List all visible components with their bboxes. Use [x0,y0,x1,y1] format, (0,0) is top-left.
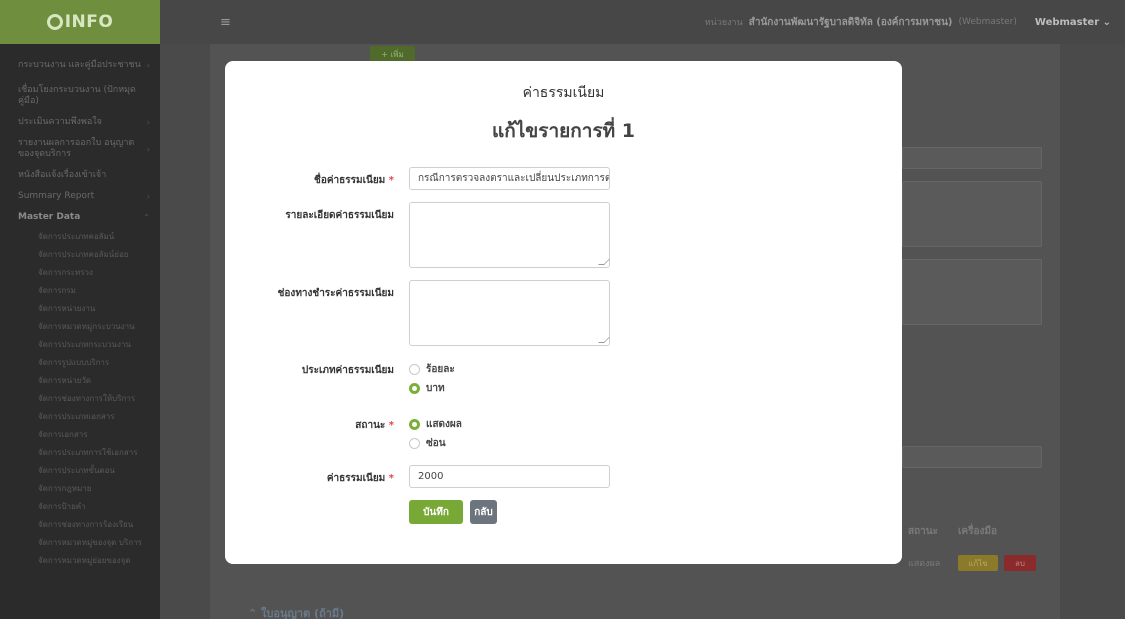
fee-detail-label: รายละเอียดค่าธรรมเนียม [285,210,394,221]
table-header-tools: เครื่องมือ [958,526,997,537]
sidebar-subitem[interactable]: จัดการประเภทขั้นตอน [0,462,160,480]
user-menu[interactable]: Webmaster ⌄ [1035,17,1111,28]
sidebar-item-summary-report[interactable]: Summary Report › [0,186,160,207]
status-radio-show[interactable]: แสดงผล [409,417,462,432]
back-button[interactable]: กลับ [470,500,497,524]
sidebar-subitem[interactable]: จัดการหน่วยงาน [0,300,160,318]
fee-amount-input[interactable]: 2000 [409,465,610,488]
sidebar-submenu: จัดการประเภทคอลัมน์ จัดการประเภทคอลัมน์ย่… [0,228,160,570]
bg-textarea-2[interactable] [902,259,1042,325]
status-radio-hide[interactable]: ซ่อน [409,436,446,451]
agency-name: สำนักงานพัฒนารัฐบาลดิจิทัล (องค์การมหาชน… [748,16,953,28]
user-role: (Webmaster) [958,17,1017,27]
sidebar-subitem[interactable]: จัดการกระทรวง [0,264,160,282]
fee-type-label: ประเภทค่าธรรมเนียม [301,365,394,376]
fee-type-radio-percent[interactable]: ร้อยละ [409,362,455,377]
topbar: ≡ หน่วยงาน สำนักงานพัฒนารัฐบาลดิจิทัล (อ… [160,0,1125,44]
fee-amount-label: ค่าธรรมเนียม * [326,473,394,484]
bg-input-2[interactable] [902,446,1042,468]
license-section-title[interactable]: ⌃ ใบอนุญาต (ถ้ามี) [248,604,344,619]
hamburger-icon[interactable]: ≡ [220,15,231,30]
sidebar-subitem[interactable]: จัดการประเภทกระบวนงาน [0,336,160,354]
row-status: แสดงผล [908,559,941,569]
chevron-icon: › [146,60,150,70]
sidebar-item-license-report[interactable]: รายงานผลการออกใบ อนุญาตของจุดบริการ › [0,133,160,165]
sidebar-subitem[interactable]: จัดการประเภทการใช้เอกสาร [0,444,160,462]
resize-handle-icon[interactable] [598,259,610,265]
resize-handle-icon[interactable] [598,337,610,343]
sidebar-subitem[interactable]: จัดการช่องทางการให้บริการ [0,390,160,408]
radio-icon[interactable] [409,438,420,449]
sidebar-subitem[interactable]: จัดการกฎหมาย [0,480,160,498]
chevron-icon: › [146,144,150,154]
sidebar-item-process[interactable]: กระบวนงาน และคู่มือประชาชน › [0,50,160,80]
sidebar-subitem[interactable]: จัดการหมวดหมู่กระบวนงาน [0,318,160,336]
sidebar-subitem[interactable]: จัดการช่องทางการร้องเรียน [0,516,160,534]
app-logo[interactable]: INFO [0,0,160,44]
fee-detail-textarea[interactable] [409,202,610,268]
sidebar-subitem[interactable]: จัดการเอกสาร [0,426,160,444]
sidebar-item-satisfaction[interactable]: ประเมินความพึงพอใจ › [0,112,160,133]
radio-icon[interactable] [409,364,420,375]
sidebar-subitem[interactable]: จัดการหมวดหมู่ย่อยของจุด [0,552,160,570]
bg-input-1[interactable] [902,147,1042,169]
sidebar-subitem[interactable]: จัดการกรม [0,282,160,300]
sidebar-item-master-data[interactable]: Master Data ⌃ [0,207,160,228]
logo-icon [46,14,63,30]
delete-button[interactable]: ลบ [1004,555,1036,571]
sidebar-item-link-process[interactable]: เชื่อมโยงกระบวนงาน (ปักหมุดคู่มือ) [0,80,160,112]
sidebar-subitem[interactable]: จัดการประเภทเอกสาร [0,408,160,426]
status-label: สถานะ * [355,420,394,431]
sidebar-subitem[interactable]: จัดการประเภทคอลัมน์ย่อย [0,246,160,264]
fee-type-radio-baht[interactable]: บาท [409,381,445,396]
radio-checked-icon[interactable] [409,419,420,430]
chevron-down-icon: ⌄ [1102,16,1111,28]
user-area: หน่วยงาน สำนักงานพัฒนารัฐบาลดิจิทัล (องค… [705,15,1111,30]
table-header-status: สถานะ [908,526,938,537]
chevron-icon: › [146,118,150,127]
sidebar-item-notice[interactable]: หนังสือแจ้งเรื่องเข้าเจ้า [0,165,160,186]
bg-textarea-1[interactable] [902,181,1042,247]
edit-button[interactable]: แก้ไข [958,555,998,571]
payment-channel-label: ช่องทางชำระค่าธรรมเนียม [277,288,394,299]
agency-prefix: หน่วยงาน [704,18,743,28]
fee-name-input[interactable]: กรณีการตรวจลงตราและเปลี่ยนประเภทการตรวจล… [409,167,610,190]
sidebar-subitem[interactable]: จัดการรูปแบบบริการ [0,354,160,372]
sidebar: INFO กระบวนงาน และคู่มือประชาชน › เชื่อมโ… [0,0,160,619]
add-button[interactable]: + เพิ่ม [370,46,415,62]
sidebar-subitem[interactable]: จัดการหน่วยวัด [0,372,160,390]
sidebar-subitem[interactable]: จัดการหมวดหมู่ของจุด บริการ [0,534,160,552]
fee-edit-modal: ค่าธรรมเนียม แก้ไขรายการที่ 1 ชื่อค่าธรร… [225,61,902,564]
sidebar-subitem[interactable]: จัดการป้ายคำ [0,498,160,516]
radio-checked-icon[interactable] [409,383,420,394]
fee-name-label: ชื่อค่าธรรมเนียม * [314,175,394,186]
save-button[interactable]: บันทึก [409,500,463,524]
chevron-up-icon: ⌃ [143,213,150,222]
modal-subtitle: แก้ไขรายการที่ 1 [491,120,636,142]
payment-channel-textarea[interactable] [409,280,610,346]
chevron-icon: › [146,192,150,201]
modal-title: ค่าธรรมเนียม [522,85,605,101]
sidebar-subitem[interactable]: จัดการประเภทคอลัมน์ [0,228,160,246]
